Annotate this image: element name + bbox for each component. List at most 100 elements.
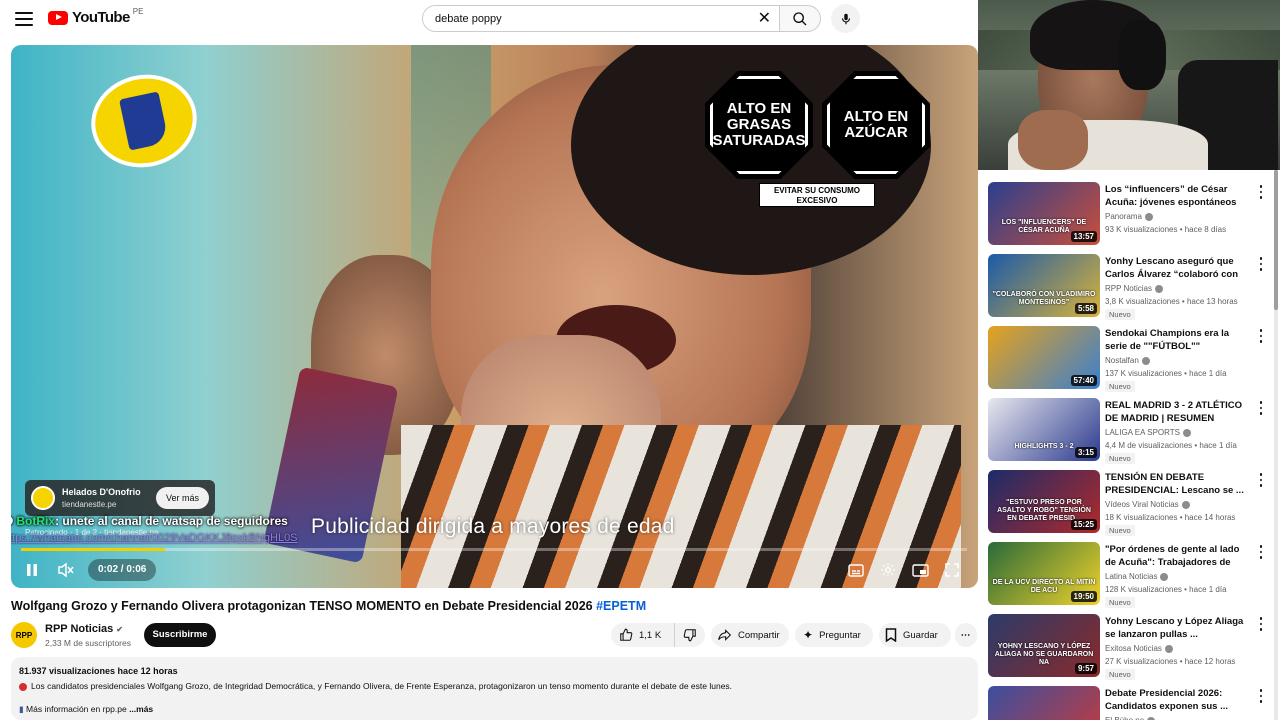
sponsor-url: tiendanestle.pe (62, 500, 117, 509)
hashtag-link[interactable]: #EPETM (596, 599, 646, 613)
recommendation-stats: 18 K visualizaciones • hace 14 horas (1105, 513, 1236, 522)
recommendation-channel[interactable]: El Búho pe (1105, 716, 1156, 720)
verified-icon (1160, 572, 1169, 581)
recommendation-title[interactable]: REAL MADRID 3 - 2 ATLÉTICO DE MADRID | R… (1105, 399, 1245, 425)
video-thumbnail[interactable]: YOHNY LESCANO Y LÓPEZ ALIAGA NO SE GUARD… (988, 614, 1100, 677)
close-icon[interactable]: ✕ (758, 10, 771, 28)
like-button[interactable]: 1,1 K (611, 623, 675, 647)
new-badge: Nuevo (1105, 525, 1135, 536)
dislike-button[interactable] (675, 623, 705, 647)
video-duration: 13:57 (1070, 231, 1097, 242)
recommendation-item[interactable]: Debate Presidencial 2026: Candidatos exp… (988, 686, 1272, 720)
recommendation-item[interactable]: 57:40 Sendokai Champions era la serie de … (988, 326, 1272, 392)
recommendation-item[interactable]: "ESTUVO PRESO POR ASALTO Y ROBO" TENSIÓN… (988, 470, 1272, 536)
recommendation-title[interactable]: Sendokai Champions era la serie de ""FÚT… (1105, 327, 1245, 353)
recommendation-stats: 27 K visualizaciones • hace 12 horas (1105, 657, 1236, 666)
video-thumbnail[interactable]: LOS "INFLUENCERS" DE CÉSAR ACUÑA 13:57 (988, 182, 1100, 245)
mic-icon (841, 13, 850, 24)
verified-icon (1183, 428, 1191, 437)
more-vertical-icon[interactable] (1256, 472, 1266, 488)
streamer-webcam (978, 0, 1280, 170)
more-vertical-icon[interactable] (1256, 184, 1266, 200)
recommendation-title[interactable]: TENSIÓN EN DEBATE PRESIDENCIAL: Lescano … (1105, 471, 1245, 497)
menu-icon[interactable] (10, 6, 38, 32)
recommendation-title[interactable]: "Por órdenes de gente al lado de Acuña":… (1105, 543, 1245, 569)
recommendation-channel[interactable]: RPP Noticias (1105, 284, 1163, 293)
more-vertical-icon[interactable] (1256, 616, 1266, 632)
video-thumbnail[interactable]: "COLABORÓ CON VLADIMIRO MONTESINOS" 5:58 (988, 254, 1100, 317)
player-controls: 0:02 / 0:06 (11, 557, 978, 583)
recommendation-channel[interactable]: Nostalfan (1105, 356, 1150, 365)
progress-fill (21, 548, 165, 551)
recommendation-item[interactable]: HIGHLIGHTS 3 - 2 3:15 REAL MADRID 3 - 2 AT… (988, 398, 1272, 464)
description-more: ▮ Más información en rpp.pe ...más (19, 704, 154, 714)
recommendation-title[interactable]: Debate Presidencial 2026: Candidatos exp… (1105, 687, 1245, 713)
channel-name[interactable]: RPP Noticias ✔ (45, 623, 123, 635)
search-icon (793, 11, 807, 25)
recommendation-title[interactable]: Yonhy Lescano aseguró que Carlos Álvarez… (1105, 255, 1245, 281)
logo-text: YouTube (72, 9, 130, 26)
youtube-logo[interactable]: YouTube PE (48, 7, 143, 26)
subscribe-button[interactable]: Suscribirme (144, 623, 216, 647)
more-vertical-icon[interactable] (1256, 544, 1266, 560)
theater-mode-button[interactable] (908, 557, 932, 583)
more-vertical-icon[interactable] (1256, 256, 1266, 272)
bookmark-icon (885, 628, 897, 642)
recommendation-channel[interactable]: LALIGA EA SPORTS (1105, 428, 1191, 437)
masthead: YouTube PE ✕ (0, 0, 978, 40)
save-button[interactable]: Guardar (879, 623, 951, 647)
video-thumbnail[interactable]: 57:40 (988, 326, 1100, 389)
more-vertical-icon[interactable] (1256, 688, 1266, 704)
video-thumbnail[interactable]: HIGHLIGHTS 3 - 2 3:15 (988, 398, 1100, 461)
more-actions-button[interactable]: ⋯ (955, 623, 977, 647)
more-vertical-icon[interactable] (1256, 328, 1266, 344)
theater-icon (911, 563, 929, 577)
video-duration: 19:50 (1070, 591, 1097, 602)
description-box[interactable]: 81.937 visualizaciones hace 12 horas Los… (11, 657, 978, 720)
channel-avatar[interactable]: RPP (11, 622, 37, 648)
mute-button[interactable] (54, 557, 78, 583)
search-input[interactable] (435, 12, 735, 25)
settings-button[interactable] (877, 557, 899, 583)
voice-search-button[interactable] (831, 4, 860, 33)
recommendation-channel[interactable]: Panorama (1105, 212, 1153, 221)
more-vertical-icon[interactable] (1256, 400, 1266, 416)
fullscreen-button[interactable] (941, 557, 963, 583)
search-button[interactable] (780, 5, 821, 32)
chat-message: : unete al canal de watsap de seguidores (55, 514, 288, 528)
subtitles-button[interactable] (845, 557, 867, 583)
recommendation-item[interactable]: DE LA UCV DIRECTO AL MITIN DE ACU 19:50 "P… (988, 542, 1272, 608)
video-thumbnail[interactable]: "ESTUVO PRESO POR ASALTO Y ROBO" TENSIÓN… (988, 470, 1100, 533)
page: YouTube PE ✕ ALTO EN GRASAS SATURADAS AL… (0, 0, 1280, 720)
thumbs-up-icon (620, 628, 633, 641)
video-player[interactable]: ALTO EN GRASAS SATURADAS ALTO EN AZÚCAR … (11, 45, 978, 588)
chat-link[interactable]: https://whatsapp.com/channel/0029VaDGKKJ… (11, 532, 298, 544)
recommendation-stats: 4,4 M de visualizaciones • hace 1 día (1105, 441, 1237, 450)
recommendation-item[interactable]: LOS "INFLUENCERS" DE CÉSAR ACUÑA 13:57 Los… (988, 182, 1272, 248)
recommendation-title[interactable]: Los “influencers” de César Acuña: jóvene… (1105, 183, 1245, 209)
video-thumbnail[interactable] (988, 686, 1100, 720)
progress-bar[interactable] (21, 548, 967, 551)
recommendation-channel[interactable]: Latina Noticias (1105, 572, 1169, 581)
recommendation-stats: 93 K visualizaciones • hace 8 días (1105, 225, 1227, 234)
recommendation-channel[interactable]: Vídeos Viral Noticias (1105, 500, 1190, 509)
ask-button[interactable]: ✦ Preguntar (795, 623, 873, 647)
new-badge: Nuevo (1105, 309, 1135, 320)
recommendation-title[interactable]: Yohny Lescano y López Aliaga se lanzaron… (1105, 615, 1245, 641)
recommendation-item[interactable]: "COLABORÓ CON VLADIMIRO MONTESINOS" 5:58 Y… (988, 254, 1272, 320)
thumbs-down-icon (683, 629, 696, 642)
recommendation-stats: 137 K visualizaciones • hace 1 día (1105, 369, 1227, 378)
share-button[interactable]: Compartir (711, 623, 789, 647)
recommendation-channel[interactable]: Exitosa Noticias (1105, 644, 1173, 653)
show-more-link[interactable]: ...más (129, 704, 153, 714)
sidebar-scrollbar[interactable] (1274, 170, 1278, 720)
video-thumbnail[interactable]: DE LA UCV DIRECTO AL MITIN DE ACU 19:50 (988, 542, 1100, 605)
pause-button[interactable] (21, 557, 43, 583)
chat-user: BotRix (16, 514, 56, 528)
chat-overlay: ✪ BotRix: unete al canal de watsap de se… (11, 514, 288, 528)
red-dot-icon (19, 682, 27, 691)
recommendation-item[interactable]: YOHNY LESCANO Y LÓPEZ ALIAGA NO SE GUARD… (988, 614, 1272, 680)
sponsor-more-button[interactable]: Ver más (155, 487, 209, 509)
sponsor-card[interactable]: Helados D'Onofrio tiendanestle.pe Ver má… (25, 480, 215, 516)
share-icon (718, 629, 732, 641)
